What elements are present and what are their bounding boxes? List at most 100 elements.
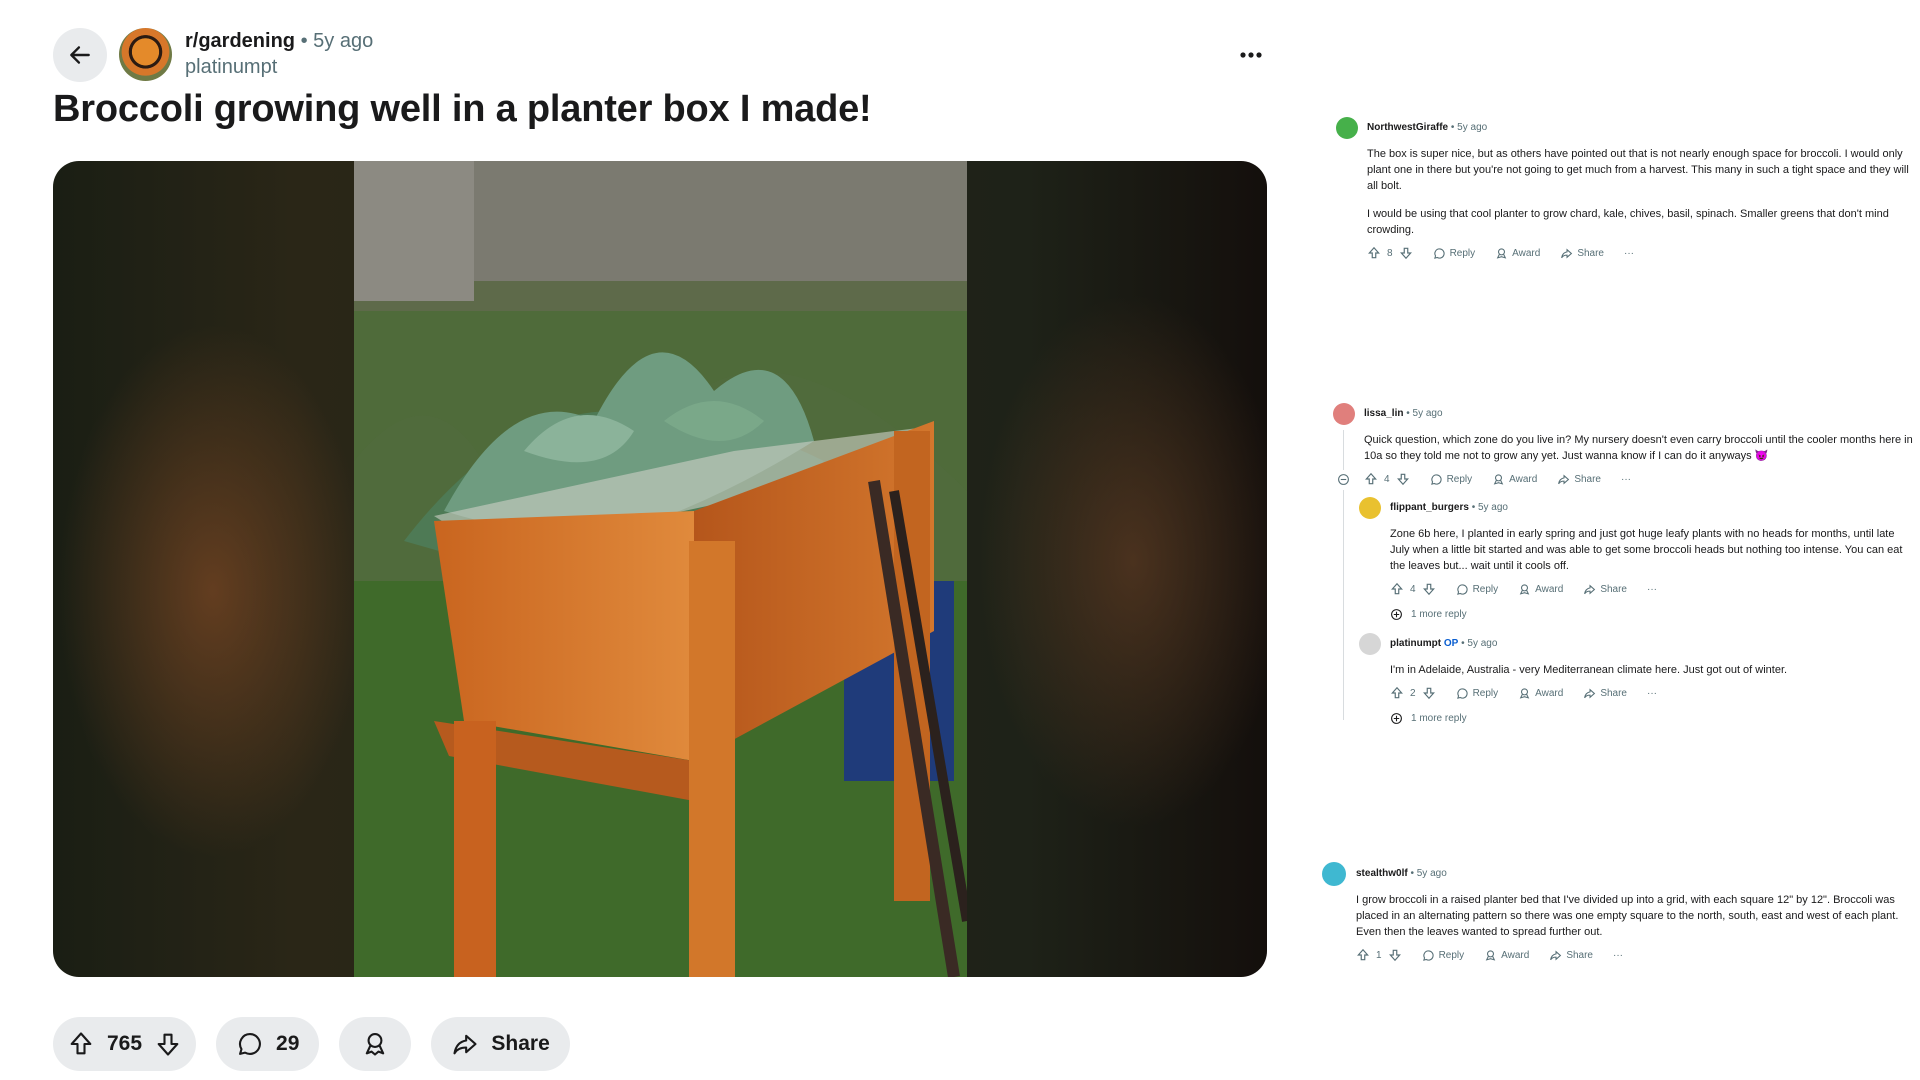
downvote-icon[interactable] — [1399, 246, 1413, 260]
comment-header: platinumpt OP • 5y ago — [1390, 638, 1497, 649]
comment-more-button[interactable]: ··· — [1621, 474, 1631, 485]
upvote-icon[interactable] — [1390, 582, 1404, 596]
comment-count: 29 — [276, 1032, 300, 1055]
award-label: Award — [1501, 949, 1530, 961]
award-icon — [1496, 247, 1507, 259]
award-label: Award — [1535, 583, 1564, 595]
share-icon — [1584, 688, 1596, 698]
avatar[interactable] — [1322, 862, 1346, 886]
vote-control: 765 — [53, 1017, 197, 1071]
share-icon — [453, 1034, 477, 1055]
back-button[interactable] — [53, 28, 107, 82]
avatar[interactable] — [1359, 633, 1381, 655]
share-label: Share — [1574, 473, 1601, 485]
reply-button[interactable]: Reply — [1422, 949, 1465, 962]
award-button[interactable]: Award — [1484, 949, 1529, 962]
comment-author[interactable]: NorthwestGiraffe — [1367, 122, 1448, 133]
award-icon — [1519, 583, 1530, 595]
comment-body: I grow broccoli in a raised planter bed … — [1356, 892, 1916, 952]
award-button[interactable] — [339, 1017, 412, 1071]
reply-button[interactable]: Reply — [1430, 473, 1472, 486]
comment-more-button[interactable]: ··· — [1624, 248, 1634, 259]
comment-body: Quick question, which zone do you live i… — [1364, 432, 1916, 476]
comments-button[interactable]: 29 — [216, 1017, 320, 1071]
comment-more-button[interactable]: ··· — [1647, 688, 1657, 699]
comment-time: • 5y ago — [1406, 408, 1443, 419]
downvote-icon[interactable] — [154, 1030, 182, 1058]
comment-author[interactable]: stealthw0lf — [1356, 868, 1408, 879]
upvote-icon[interactable] — [1390, 686, 1404, 700]
downvote-icon[interactable] — [1388, 948, 1402, 962]
post-title: Broccoli growing well in a planter box I… — [53, 88, 872, 130]
reply-label: Reply — [1472, 583, 1499, 595]
downvote-icon[interactable] — [1422, 582, 1436, 596]
comment-icon — [1422, 949, 1434, 961]
share-button[interactable]: Share — [1557, 473, 1601, 486]
upvote-icon[interactable] — [1364, 472, 1378, 486]
more-replies-link[interactable]: 1 more reply — [1390, 608, 1467, 621]
share-label: Share — [491, 1032, 550, 1055]
comment-author[interactable]: flippant_burgers — [1390, 502, 1469, 513]
share-label: Share — [1600, 583, 1627, 595]
subreddit-avatar[interactable] — [119, 28, 172, 81]
comment-header: NorthwestGiraffe • 5y ago — [1367, 122, 1487, 133]
share-button[interactable]: Share — [1583, 583, 1627, 596]
thread-line[interactable] — [1343, 490, 1344, 720]
comment-icon — [1433, 247, 1445, 259]
comment-actions: 2 Reply Award Share ··· — [1390, 686, 1671, 700]
award-button[interactable]: Award — [1492, 473, 1537, 486]
award-icon — [1519, 687, 1530, 699]
award-label: Award — [1509, 473, 1538, 485]
comment-actions: 4 Reply Award Share ··· — [1364, 472, 1645, 486]
more-replies-link[interactable]: 1 more reply — [1390, 712, 1467, 725]
avatar[interactable] — [1333, 403, 1355, 425]
award-button[interactable]: Award — [1518, 687, 1563, 700]
award-label: Award — [1535, 687, 1564, 699]
thread-line[interactable] — [1343, 430, 1344, 470]
comment-score: 4 — [1384, 473, 1390, 485]
comment-author[interactable]: lissa_lin — [1364, 408, 1403, 419]
share-button[interactable]: Share — [431, 1017, 570, 1071]
plus-circle-icon — [1391, 713, 1402, 724]
collapse-icon[interactable] — [1337, 473, 1350, 486]
comment-icon — [1456, 687, 1468, 699]
post-image — [354, 161, 967, 977]
award-button[interactable]: Award — [1495, 247, 1540, 260]
reply-button[interactable]: Reply — [1456, 583, 1499, 596]
post-score: 765 — [107, 1032, 143, 1055]
comment-time: • 5y ago — [1461, 638, 1498, 649]
comment-time: • 5y ago — [1471, 502, 1508, 513]
avatar[interactable] — [1359, 497, 1381, 519]
reply-label: Reply — [1438, 949, 1465, 961]
share-icon — [1550, 950, 1562, 960]
comment-body: The box is super nice, but as others hav… — [1367, 146, 1915, 250]
post-author[interactable]: platinumpt — [185, 56, 277, 79]
plus-circle-icon — [1391, 609, 1402, 620]
downvote-icon[interactable] — [1422, 686, 1436, 700]
reply-button[interactable]: Reply — [1433, 247, 1476, 260]
upvote-icon[interactable] — [1367, 246, 1381, 260]
upvote-icon[interactable] — [1356, 948, 1370, 962]
share-button[interactable]: Share — [1549, 949, 1593, 962]
post-meta: r/gardening • 5y ago — [185, 30, 373, 53]
comment-paragraph: Zone 6b here, I planted in early spring … — [1390, 528, 1903, 572]
downvote-icon[interactable] — [1396, 472, 1410, 486]
avatar[interactable] — [1336, 117, 1358, 139]
reply-button[interactable]: Reply — [1456, 687, 1498, 700]
share-button[interactable]: Share — [1560, 247, 1604, 260]
comment-more-button[interactable]: ··· — [1613, 950, 1623, 961]
award-button[interactable]: Award — [1518, 583, 1563, 596]
post-more-button[interactable] — [1236, 40, 1266, 70]
arrow-left-icon — [70, 46, 90, 64]
reply-label: Reply — [1449, 247, 1476, 259]
comment-author[interactable]: platinumpt — [1390, 638, 1441, 649]
comment-score: 4 — [1410, 583, 1416, 595]
comment-actions: 1 Reply Award Share ··· — [1356, 948, 1637, 962]
comment-header: flippant_burgers • 5y ago — [1390, 502, 1508, 513]
upvote-icon[interactable] — [67, 1030, 95, 1058]
share-button[interactable]: Share — [1583, 687, 1627, 700]
op-badge: OP — [1443, 638, 1459, 649]
subreddit-link[interactable]: r/gardening — [185, 30, 295, 52]
post-media[interactable] — [53, 161, 1267, 977]
comment-more-button[interactable]: ··· — [1647, 584, 1657, 595]
